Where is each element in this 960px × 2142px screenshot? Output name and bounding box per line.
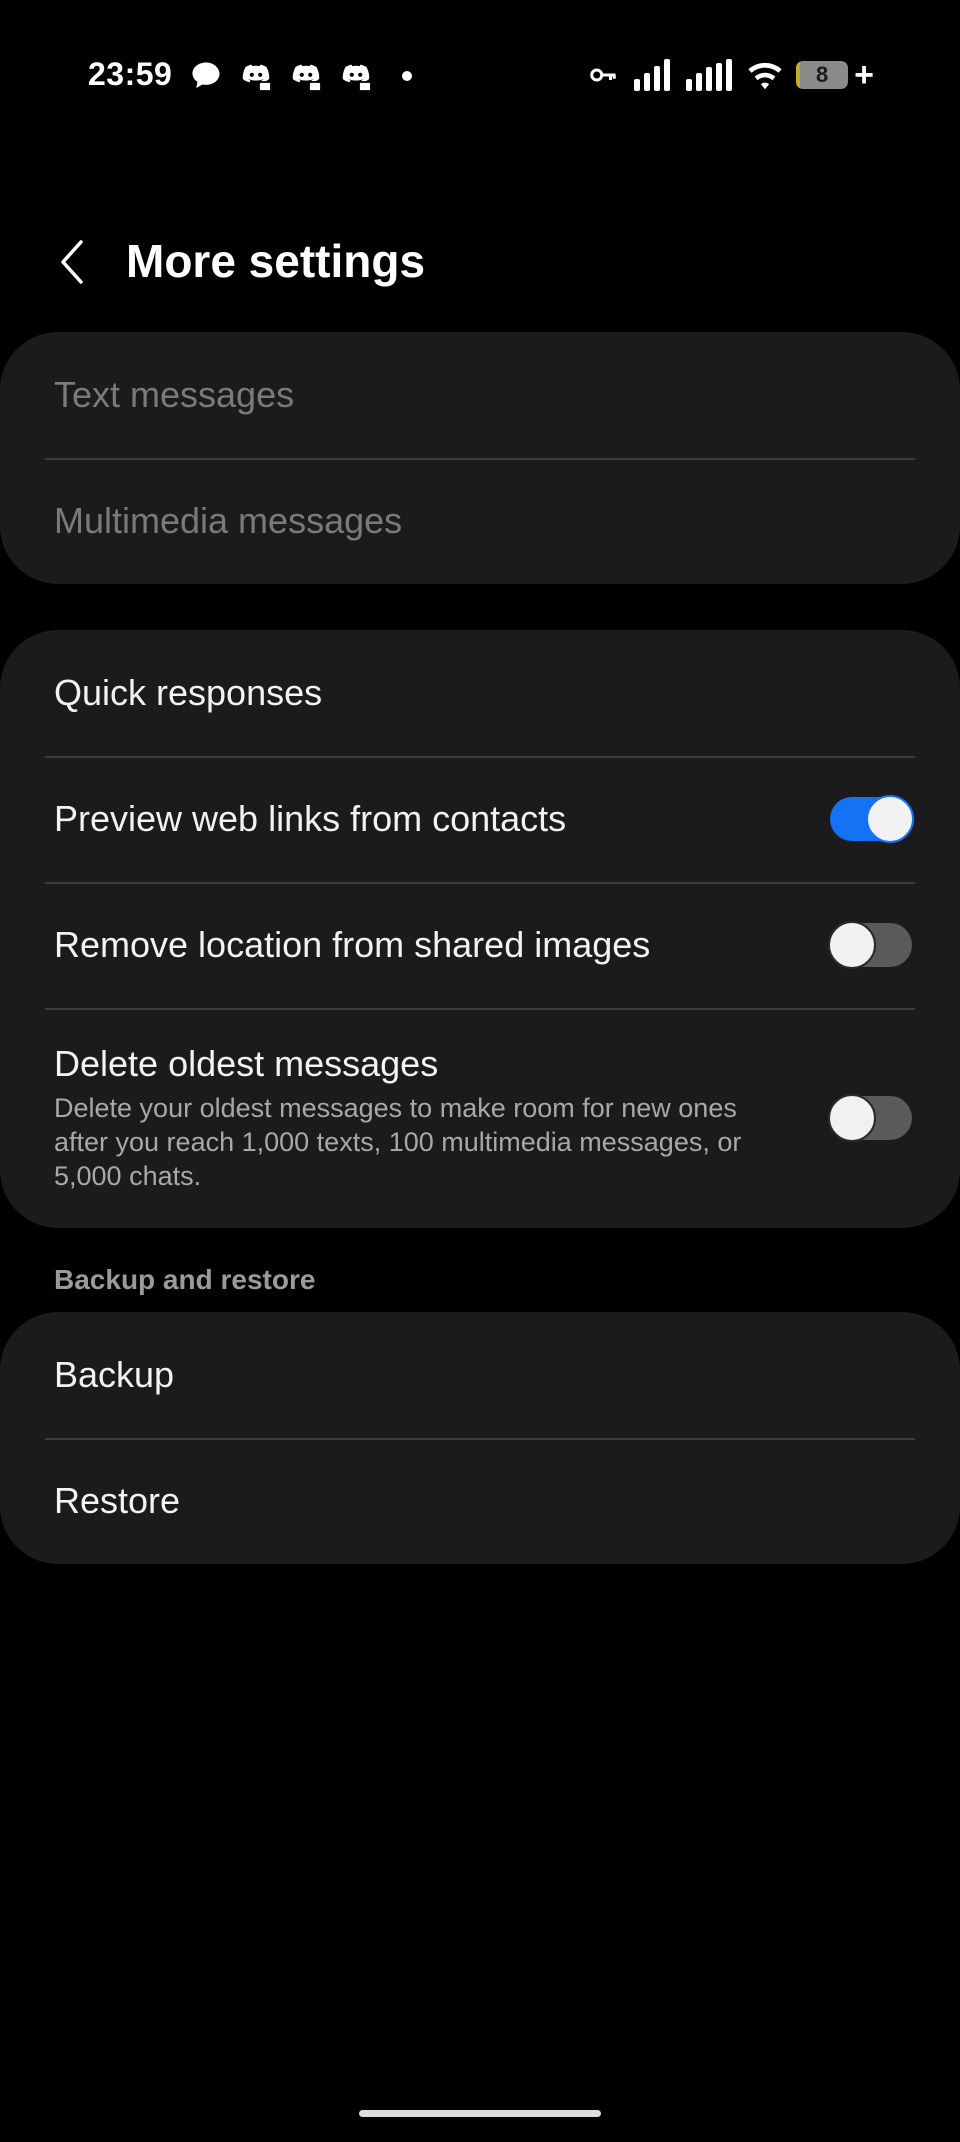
- discord-icon: [342, 64, 372, 92]
- signal-icon: [686, 59, 733, 91]
- app-bar: More settings: [0, 222, 960, 302]
- dot-icon: [402, 71, 412, 81]
- text-messages-item[interactable]: Text messages: [0, 332, 960, 458]
- backup-restore-card: Backup Restore: [0, 1312, 960, 1564]
- preview-web-links-toggle[interactable]: [830, 795, 914, 843]
- back-button[interactable]: [44, 232, 100, 292]
- restore-item[interactable]: Restore: [0, 1438, 960, 1564]
- quick-responses-label: Quick responses: [54, 672, 323, 713]
- multimedia-messages-label: Multimedia messages: [54, 500, 403, 541]
- discord-icon: [292, 64, 322, 92]
- quick-responses-item[interactable]: Quick responses: [0, 630, 960, 756]
- toggle-knob: [828, 921, 876, 969]
- backup-label: Backup: [54, 1354, 175, 1395]
- multimedia-messages-item[interactable]: Multimedia messages: [0, 458, 960, 584]
- backup-restore-section-header: Backup and restore: [54, 1264, 316, 1295]
- battery-icon: 8: [796, 61, 849, 89]
- delete-oldest-messages-description: Delete your oldest messages to make room…: [54, 1093, 742, 1191]
- delete-oldest-messages-item[interactable]: Delete oldest messages Delete your oldes…: [0, 1008, 960, 1228]
- system-icons: 8 +: [586, 58, 874, 92]
- page-title: More settings: [126, 235, 426, 287]
- preview-web-links-item[interactable]: Preview web links from contacts: [0, 756, 960, 882]
- options-card: Quick responses Preview web links from c…: [0, 630, 960, 1228]
- signal-icon: [634, 59, 671, 91]
- chat-bubble-icon: [192, 62, 220, 88]
- status-time: 23:59: [88, 56, 173, 92]
- chevron-left-icon: [61, 240, 83, 284]
- delete-oldest-messages-label: Delete oldest messages: [54, 1043, 439, 1084]
- text-messages-label: Text messages: [54, 374, 295, 415]
- toggle-knob: [828, 1094, 876, 1142]
- toggle-knob: [866, 795, 914, 843]
- notification-icons: [188, 58, 412, 94]
- messages-settings-card: Text messages Multimedia messages: [0, 332, 960, 584]
- vpn-key-icon: [590, 68, 616, 82]
- home-indicator[interactable]: [359, 2110, 601, 2117]
- remove-location-item[interactable]: Remove location from shared images: [0, 882, 960, 1008]
- backup-item[interactable]: Backup: [0, 1312, 960, 1438]
- discord-icon: [242, 64, 272, 92]
- remove-location-label: Remove location from shared images: [54, 924, 651, 965]
- wifi-icon: [748, 62, 782, 90]
- restore-label: Restore: [54, 1480, 181, 1521]
- status-bar: 23:59 8 +: [0, 0, 960, 150]
- delete-oldest-messages-toggle[interactable]: [828, 1094, 912, 1142]
- preview-web-links-label: Preview web links from contacts: [54, 798, 567, 839]
- charging-icon: +: [854, 56, 874, 94]
- remove-location-toggle[interactable]: [828, 921, 912, 969]
- battery-fill: [796, 61, 801, 89]
- battery-level: 8: [816, 62, 829, 87]
